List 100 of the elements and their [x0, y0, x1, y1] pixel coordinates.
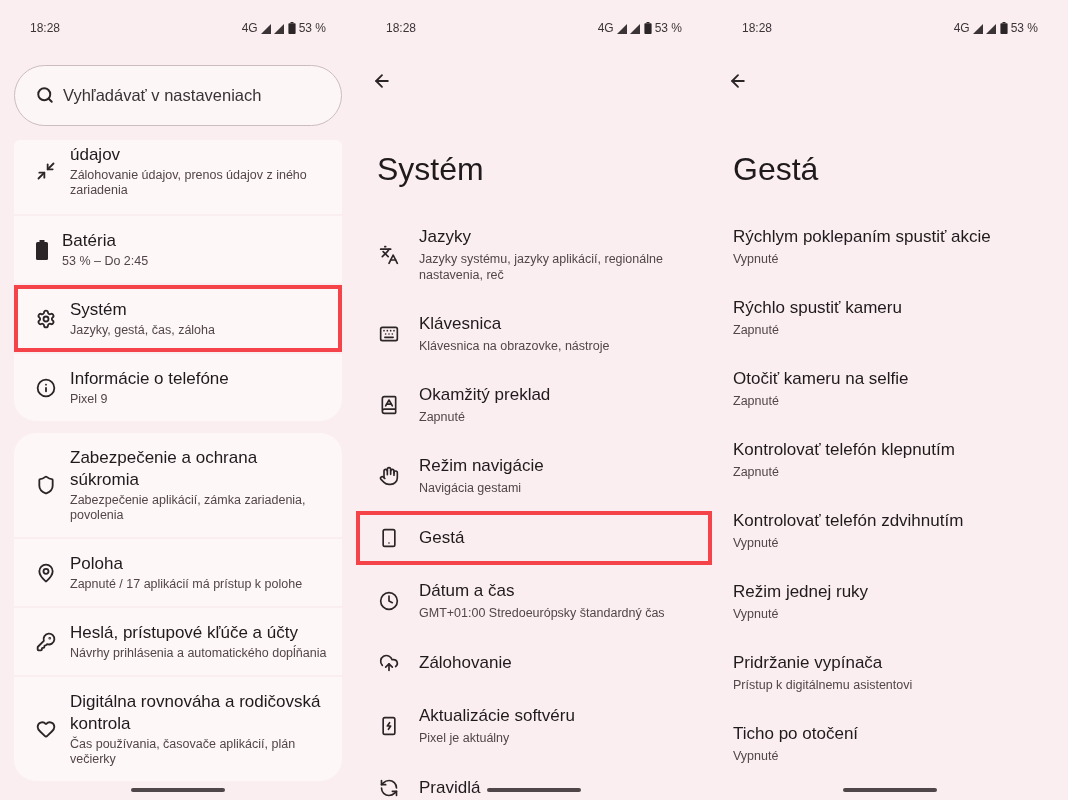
item-subtitle: Prístup k digitálnemu asistentovi [733, 677, 913, 693]
status-time: 18:28 [386, 20, 417, 37]
item-subtitle: Čas používania, časovače aplikácií, plán večierky [70, 737, 297, 767]
battery-icon [643, 22, 652, 34]
settings-item[interactable]: Dátum a čas GMT+01:00 Stredoeurópsky štandardný čas [356, 565, 712, 636]
settings-item[interactable]: Pravidlá [356, 761, 712, 800]
heart-icon [36, 719, 56, 739]
item-title: Otočiť kameru na selfie [733, 368, 909, 390]
item-subtitle: Zapnuté [733, 393, 780, 409]
arrows-inward-icon [36, 161, 56, 181]
search-icon [36, 86, 54, 104]
item-subtitle: Vypnuté [733, 606, 780, 622]
item-subtitle: GMT+01:00 Stredoeurópsky štandardný čas [419, 605, 665, 621]
item-title: Rýchlym poklepaním spustiť akcie [733, 226, 991, 248]
search-field[interactable]: Vyhľadávať v nastaveniach [14, 65, 342, 126]
item-subtitle: Pixel je aktuálny [419, 730, 511, 746]
status-time: 18:28 [30, 20, 61, 37]
back-button[interactable] [372, 71, 392, 91]
network-type: 4G [241, 20, 258, 37]
phone-update-icon [379, 715, 399, 736]
shield-icon [36, 475, 56, 495]
settings-item[interactable]: Režim navigácie Navigácia gestami [356, 440, 712, 511]
item-title: Aktualizácie softvéru [419, 705, 575, 727]
settings-item[interactable]: Digitálna rovnováha a rodičovská kontrola Čas používania, časovače aplikácií, plán večierky [14, 677, 342, 781]
item-title: Kontrolovať telefón klepnutím [733, 439, 955, 461]
settings-item[interactable]: Zabezpečenie a ochrana súkromia Zabezpečenie aplikácií, zámka zariadenia, povolenia [14, 433, 342, 537]
settings-item[interactable]: Zálohovanie [356, 636, 712, 690]
location-pin-icon [36, 562, 56, 583]
settings-item[interactable]: údajov Zálohovanie údajov, prenos údajov z iného zariadenia [14, 140, 342, 214]
settings-item[interactable]: Rýchlo spustiť kameru Zapnuté [712, 282, 1068, 353]
settings-item[interactable]: Okamžitý preklad Zapnuté [356, 369, 712, 440]
battery-percent: 53 % [1010, 20, 1038, 37]
item-subtitle: Zabezpečenie aplikácií, zámka zariadenia, povolenia [70, 493, 307, 523]
back-button[interactable] [728, 71, 748, 91]
item-title: Okamžitý preklad [419, 384, 551, 406]
signal-icon [260, 22, 285, 34]
settings-item[interactable]: Pridržanie vypínača Prístup k digitálnemu asistentovi [712, 637, 1068, 708]
battery-icon [999, 22, 1008, 34]
item-title: Rýchlo spustiť kameru [733, 297, 902, 319]
item-subtitle: Vypnuté [733, 535, 780, 551]
battery-percent: 53 % [298, 20, 326, 37]
item-subtitle: Návrhy prihlásenia a automatického dopĺňania [70, 646, 327, 661]
settings-item[interactable]: Jazyky Jazyky systému, jazyky aplikácií, regionálne nastavenia, reč [356, 211, 712, 298]
item-title: Pravidlá [419, 777, 481, 799]
item-title: Zabezpečenie a ochrana súkromia [70, 447, 259, 491]
clock-icon [379, 590, 399, 611]
settings-item[interactable]: Systém Jazyky, gestá, čas, záloha [14, 285, 342, 352]
item-subtitle: Zapnuté [419, 409, 466, 425]
settings-item[interactable]: Batéria 53 % – Do 2:45 [14, 216, 342, 283]
item-title: Režim navigácie [419, 455, 544, 477]
item-title: Digitálna rovnováha a rodičovská kontrola [70, 691, 322, 735]
info-icon [36, 377, 56, 398]
settings-item[interactable]: Informácie o telefóne Pixel 9 [14, 354, 342, 421]
item-subtitle: Jazyky systému, jazyky aplikácií, regionálne nastavenia, reč [419, 251, 664, 283]
battery-icon [36, 239, 48, 260]
item-title: Kontrolovať telefón zdvihnutím [733, 510, 964, 532]
item-subtitle: Zapnuté [733, 464, 780, 480]
settings-item[interactable]: Rýchlym poklepaním spustiť akcie Vypnuté [712, 211, 1068, 282]
item-title: Heslá, prístupové kľúče a účty [70, 622, 299, 644]
item-subtitle: Zapnuté / 17 aplikácií má prístup k polohe [70, 577, 303, 592]
item-title: Ticho po otočení [733, 723, 859, 745]
settings-item[interactable]: Heslá, prístupové kľúče a účty Návrhy prihlásenia a automatického dopĺňania [14, 608, 342, 675]
settings-item[interactable]: Kontrolovať telefón klepnutím Zapnuté [712, 424, 1068, 495]
battery-icon [287, 22, 296, 34]
settings-item[interactable]: Aktualizácie softvéru Pixel je aktuálny [356, 690, 712, 761]
item-subtitle: Zálohovanie údajov, prenos údajov z iného zariadenia [70, 168, 308, 198]
settings-item[interactable]: Gestá [356, 511, 712, 565]
item-subtitle: Zapnuté [733, 322, 780, 338]
item-title: Režim jednej ruky [733, 581, 869, 603]
item-title: údajov [70, 144, 122, 166]
item-subtitle: Jazyky, gestá, čas, záloha [70, 323, 215, 338]
settings-item[interactable]: Ticho po otočení Vypnuté [712, 708, 1068, 779]
item-title: Jazyky [419, 226, 472, 248]
item-subtitle: Vypnuté [733, 251, 780, 267]
phone-icon [379, 528, 399, 548]
item-title: Dátum a čas [419, 580, 516, 602]
item-title: Informácie o telefóne [70, 368, 229, 390]
settings-item[interactable]: Klávesnica Klávesnica na obrazovke, nástroje [356, 298, 712, 369]
settings-item[interactable]: Poloha Zapnuté / 17 aplikácií má prístup k polohe [14, 539, 342, 606]
settings-item[interactable]: Kontrolovať telefón zdvihnutím Vypnuté [712, 495, 1068, 566]
cloud-upload-icon [379, 653, 399, 673]
settings-icon [36, 308, 56, 329]
item-title: Batéria [62, 230, 117, 252]
network-type: 4G [597, 20, 614, 37]
settings-item[interactable]: Otočiť kameru na selfie Zapnuté [712, 353, 1068, 424]
translate-icon [379, 244, 399, 265]
battery-percent: 53 % [654, 20, 682, 37]
item-subtitle: Klávesnica na obrazovke, nástroje [419, 338, 610, 354]
settings-item[interactable]: Režim jednej ruky Vypnuté [712, 566, 1068, 637]
item-subtitle: Pixel 9 [70, 392, 109, 407]
status-time: 18:28 [742, 20, 773, 37]
hand-icon [379, 465, 399, 486]
item-subtitle: Navigácia gestami [419, 480, 523, 496]
item-title: Gestá [419, 527, 465, 549]
item-title: Pridržanie vypínača [733, 652, 884, 674]
item-title: Zálohovanie [419, 652, 512, 674]
item-title: Poloha [70, 553, 124, 575]
page-title: Gestá [732, 150, 820, 189]
page-title: Systém [376, 150, 485, 189]
item-subtitle: Vypnuté [733, 748, 780, 764]
